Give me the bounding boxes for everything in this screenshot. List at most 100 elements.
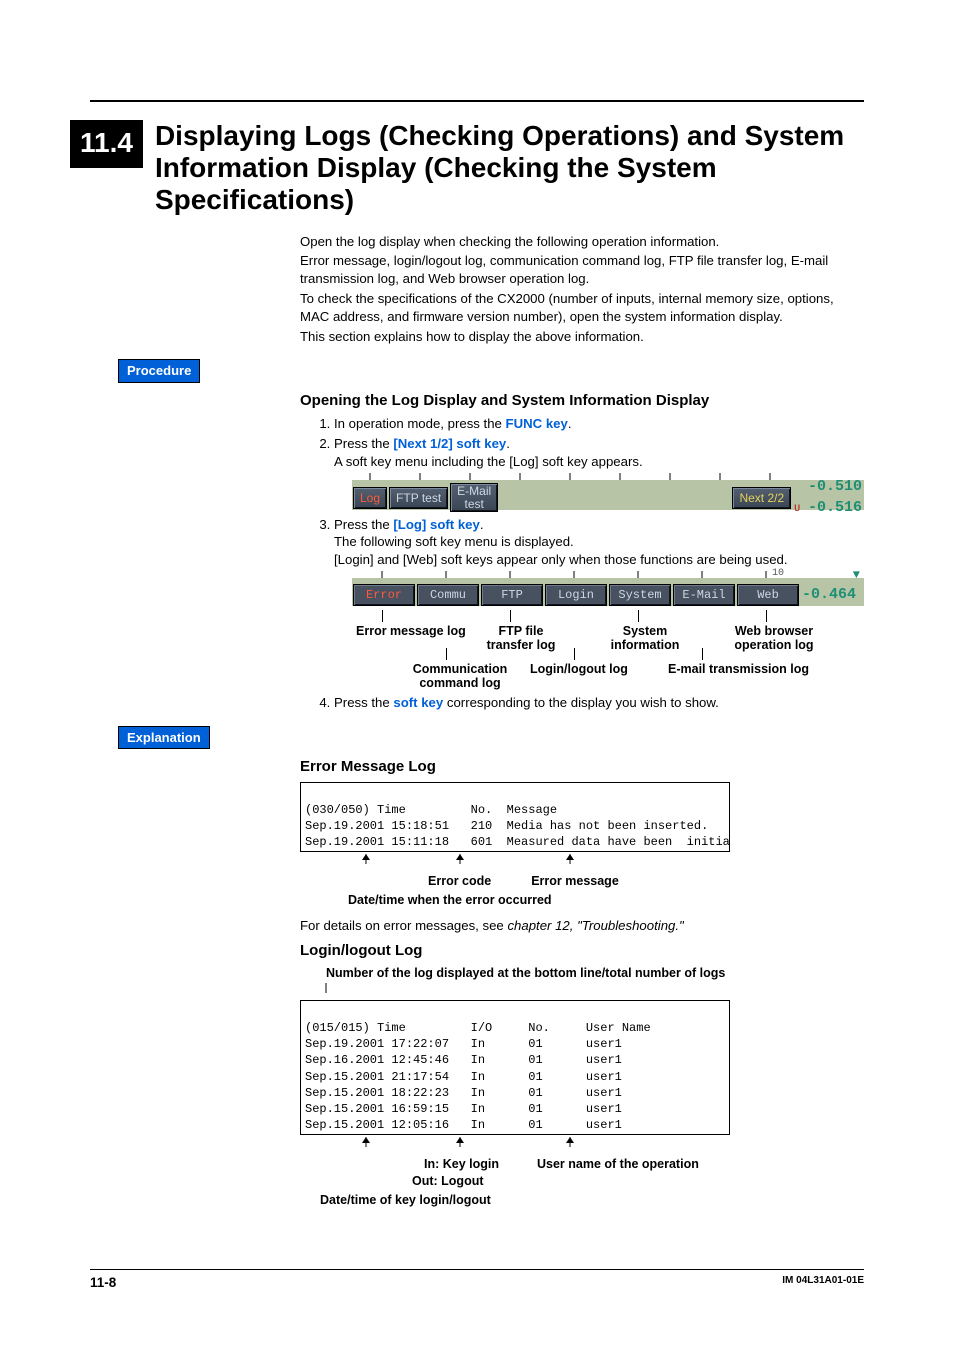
softkey-bar-1: Log FTP test E-Mailtest Next 2/2 -0.510 … [352, 473, 864, 510]
loginlog-box: (015/015) Time I/O No. User Name Sep.19.… [300, 1000, 730, 1136]
bar2-callouts: Error message log FTP file transfer log … [352, 610, 864, 684]
step3-d: The following soft key menu is displayed… [334, 533, 864, 551]
errlog-note-b: chapter 12, "Troubleshooting." [507, 918, 683, 933]
softkey-ftp-test[interactable]: FTP test [389, 487, 448, 509]
step3-e: [Login] and [Web] soft keys appear only … [334, 551, 864, 569]
loginlog-r0: Sep.19.2001 17:22:07 In 01 user1 [305, 1037, 622, 1051]
section-number: 11.4 [70, 120, 143, 168]
section-header: 11.4 Displaying Logs (Checking Operation… [70, 120, 864, 217]
loginlog-leg2: Out: Logout [412, 1173, 864, 1190]
softkey-next[interactable]: Next 2/2 [732, 487, 791, 509]
softkey-email-test-l2: test [464, 497, 483, 511]
procedure-list: In operation mode, press the FUNC key. P… [300, 415, 864, 712]
procedure-body: Opening the Log Display and System Infor… [300, 391, 864, 712]
softkey-word: soft key [393, 695, 443, 710]
intro-p4: This section explains how to display the… [300, 328, 864, 346]
callout-ftp: FTP file transfer log [476, 624, 566, 653]
loginlog-hdr: (015/015) Time I/O No. User Name [305, 1021, 651, 1035]
step1-a: In operation mode, press the [334, 416, 506, 431]
step4-a: Press the [334, 695, 393, 710]
top-rule [90, 100, 864, 102]
softkey-email[interactable]: E-Mail [673, 584, 735, 606]
errlog-note-a: For details on error messages, see [300, 918, 507, 933]
errlog-hdr: (030/050) Time No. Message [305, 803, 557, 817]
errlog-r1: Sep.19.2001 15:18:51 210 Media has not b… [305, 819, 708, 833]
step-4: Press the soft key corresponding to the … [334, 694, 864, 712]
callout-email: E-mail transmission log [668, 662, 818, 676]
callout-login: Login/logout log [530, 662, 650, 676]
intro-p3: To check the specifications of the CX200… [300, 290, 864, 326]
explanation-body: Error Message Log (030/050) Time No. Mes… [300, 757, 864, 1208]
softkey-error[interactable]: Error [353, 584, 415, 606]
step2-c: . [506, 436, 510, 451]
softkey-bar-2: 10 ▼ Error Commu FTP Login System E-Mail… [352, 571, 864, 606]
step2-d: A soft key menu including the [Log] soft… [334, 453, 864, 471]
bar2-deco: 10 [772, 567, 784, 581]
loginlog-leg3: User name of the operation [537, 1156, 699, 1173]
intro-p2: Error message, login/logout log, communi… [300, 252, 864, 288]
step-3: Press the [Log] soft key. The following … [334, 516, 864, 684]
errlog-box: (030/050) Time No. Message Sep.19.2001 1… [300, 782, 730, 853]
callout-error: Error message log [356, 624, 466, 638]
loginlog-arrows [300, 1137, 730, 1151]
softkey-system[interactable]: System [609, 584, 671, 606]
errlog-leg1: Error code [428, 873, 491, 890]
bar1-num-bot: -0.516 [808, 499, 862, 516]
loginlog-r5: Sep.15.2001 12:05:16 In 01 user1 [305, 1118, 622, 1132]
step-1: In operation mode, press the FUNC key. [334, 415, 864, 433]
procedure-label-row: Procedure [118, 359, 954, 383]
errlog-leg2: Error message [531, 873, 619, 890]
bar1-num-top: -0.510 [808, 478, 862, 495]
loginlog-r2: Sep.15.2001 21:17:54 In 01 user1 [305, 1070, 622, 1084]
step4-c: corresponding to the display you wish to… [443, 695, 719, 710]
loginlog-r3: Sep.15.2001 18:22:23 In 01 user1 [305, 1086, 622, 1100]
softkey-email-test[interactable]: E-Mailtest [450, 483, 498, 512]
softkey-commu[interactable]: Commu [417, 584, 479, 606]
errlog-heading: Error Message Log [300, 757, 864, 777]
callout-commu: Communication command log [400, 662, 520, 691]
open-heading: Opening the Log Display and System Infor… [300, 391, 864, 411]
step3-c: . [480, 517, 484, 532]
softkey-login[interactable]: Login [545, 584, 607, 606]
callout-system: System information [600, 624, 690, 653]
intro-p1: Open the log display when checking the f… [300, 233, 864, 251]
errlog-arrows [300, 854, 730, 868]
procedure-label: Procedure [118, 359, 200, 383]
loginlog-caption: Number of the log displayed at the botto… [326, 965, 864, 982]
section-title: Displaying Logs (Checking Operations) an… [155, 120, 864, 217]
loginlog-leg1: In: Key login [424, 1156, 499, 1173]
doc-code: IM 04L31A01-01E [782, 1274, 864, 1292]
step-2: Press the [Next 1/2] soft key. A soft ke… [334, 435, 864, 510]
tick-marks-1 [352, 473, 852, 480]
page-footer: 11-8 IM 04L31A01-01E [90, 1269, 864, 1292]
func-key-text: FUNC key [506, 416, 568, 431]
bar1-readout: -0.510 U -0.516 [792, 477, 864, 518]
loginlog-toparrow [300, 983, 730, 995]
page-number: 11-8 [90, 1274, 116, 1292]
loginlog-leg4: Date/time of key login/logout [320, 1192, 864, 1209]
errlog-leg3: Date/time when the error occurred [348, 892, 864, 909]
step2-a: Press the [334, 436, 393, 451]
errlog-leg-row1: Error code Error message [318, 873, 864, 890]
log-softkey-text: [Log] soft key [393, 517, 479, 532]
bar2-arrow-icon: ▼ [853, 567, 860, 583]
callout-web: Web browser operation log [724, 624, 824, 653]
loginlog-r1: Sep.16.2001 12:45:46 In 01 user1 [305, 1053, 622, 1067]
bar1-u: U [794, 503, 800, 517]
softkey-web[interactable]: Web [737, 584, 799, 606]
bar2-readout: -0.464 [802, 585, 858, 605]
tick-marks-2 [352, 571, 872, 578]
step1-c: . [568, 416, 572, 431]
explanation-label: Explanation [118, 726, 210, 750]
softkey-log[interactable]: Log [353, 487, 387, 509]
next-softkey-text: [Next 1/2] soft key [393, 436, 506, 451]
loginlog-heading: Login/logout Log [300, 941, 864, 961]
step3-a: Press the [334, 517, 393, 532]
loginlog-r4: Sep.15.2001 16:59:15 In 01 user1 [305, 1102, 622, 1116]
errlog-note: For details on error messages, see chapt… [300, 917, 864, 935]
errlog-r2: Sep.19.2001 15:11:18 601 Measured data h… [305, 835, 730, 849]
intro-block: Open the log display when checking the f… [300, 233, 864, 346]
softkey-ftp[interactable]: FTP [481, 584, 543, 606]
explanation-label-row: Explanation [118, 726, 954, 750]
loginlog-leg-row1: In: Key login User name of the operation [318, 1156, 864, 1173]
